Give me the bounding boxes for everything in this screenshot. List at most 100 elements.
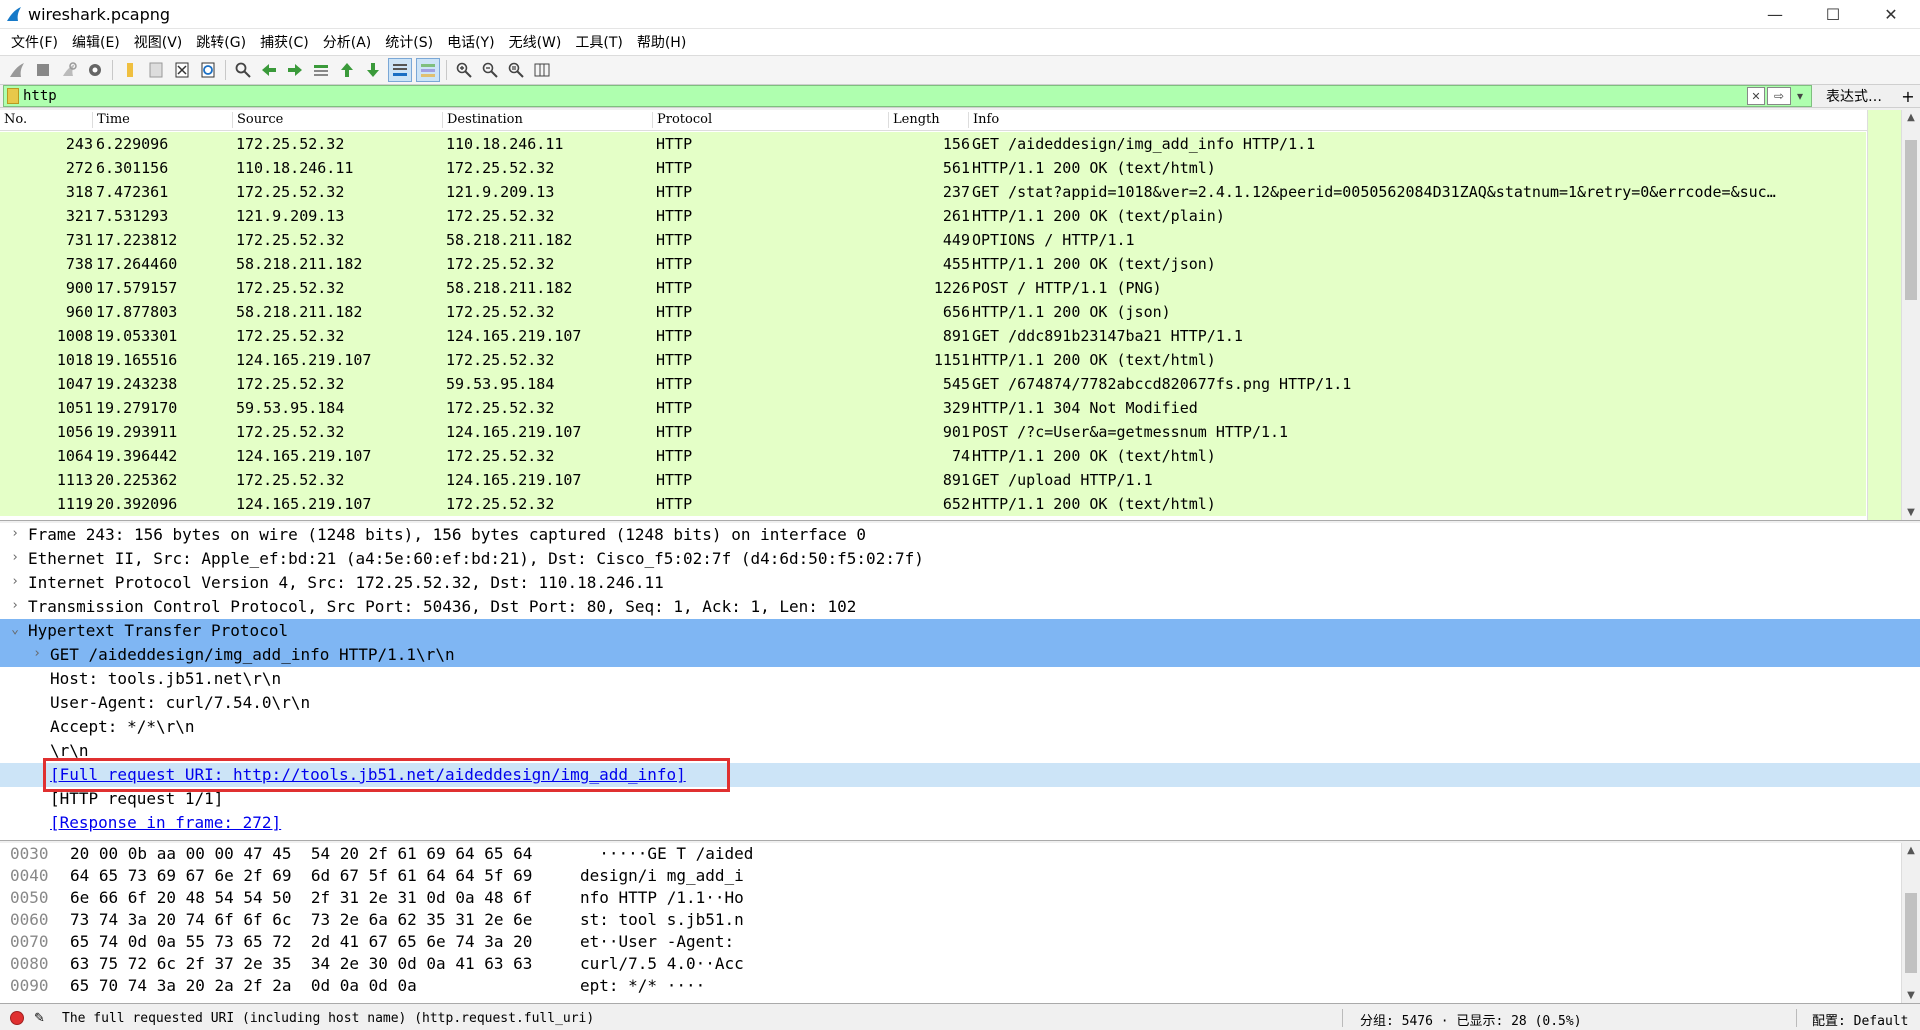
hex-bytes[interactable]: 6e 66 6f 20 48 54 54 50 2f 31 2e 31 0d 0… — [70, 888, 532, 907]
edit-comment-icon[interactable]: ✎ — [34, 1011, 48, 1026]
detail-text[interactable]: [Response in frame: 272] — [50, 813, 281, 832]
menu-telephony[interactable]: 电话(Y) — [440, 32, 501, 52]
detail-row[interactable]: User-Agent: curl/7.54.0\r\n — [0, 691, 1920, 715]
hex-bytes[interactable]: 73 74 3a 20 74 6f 6f 6c 73 2e 6a 62 35 3… — [70, 910, 532, 929]
bytes-scrollbar[interactable]: ▲ ▼ — [1901, 843, 1920, 1003]
expert-info-icon[interactable] — [10, 1011, 24, 1025]
packet-row[interactable]: 1119 20.392096 124.165.219.107 172.25.52.32… — [0, 492, 1866, 516]
scroll-thumb[interactable] — [1905, 140, 1917, 300]
menu-statistics[interactable]: 统计(S) — [378, 32, 440, 52]
hex-offset[interactable]: 0030 — [10, 844, 49, 863]
detail-row[interactable]: Host: tools.jb51.net\r\n — [0, 667, 1920, 691]
detail-row[interactable]: › GET /aideddesign/img_add_info HTTP/1.1\… — [0, 643, 1920, 667]
display-filter-input[interactable] — [23, 87, 1747, 105]
start-capture-button[interactable] — [6, 59, 28, 81]
menu-file[interactable]: 文件(F) — [4, 32, 65, 52]
detail-row[interactable]: › Transmission Control Protocol, Src Port… — [0, 595, 1920, 619]
detail-row[interactable]: Accept: */*\r\n — [0, 715, 1920, 739]
save-file-button[interactable] — [145, 59, 167, 81]
colorize-button[interactable] — [416, 58, 440, 82]
menu-tools[interactable]: 工具(T) — [568, 32, 629, 52]
hex-offset[interactable]: 0090 — [10, 976, 49, 995]
packet-row[interactable]: 318 7.472361 172.25.52.32 121.9.209.13 HTTP 2… — [0, 180, 1866, 204]
menu-go[interactable]: 跳转(G) — [189, 32, 253, 52]
hex-bytes[interactable]: 65 70 74 3a 20 2a 2f 2a 0d 0a 0d 0a — [70, 976, 417, 995]
apply-filter-icon[interactable]: ⇨ — [1767, 87, 1791, 105]
hex-bytes[interactable]: 65 74 0d 0a 55 73 65 72 2d 41 67 65 6e 7… — [70, 932, 532, 951]
hex-offset[interactable]: 0070 — [10, 932, 49, 951]
column-length[interactable]: Length — [888, 112, 940, 128]
hex-ascii[interactable]: ·····GE T /aided — [580, 844, 753, 863]
chevron-down-icon[interactable]: ▾ — [1793, 88, 1807, 104]
clear-filter-icon[interactable]: ✕ — [1747, 87, 1765, 105]
menu-capture[interactable]: 捕获(C) — [253, 32, 316, 52]
menu-help[interactable]: 帮助(H) — [630, 32, 693, 52]
packet-row[interactable]: 1113 20.225362 172.25.52.32 124.165.219.107… — [0, 468, 1866, 492]
go-to-packet-button[interactable] — [310, 59, 332, 81]
column-info[interactable]: Info — [968, 112, 999, 128]
maximize-button[interactable]: ☐ — [1804, 0, 1862, 28]
chevron-down-icon[interactable]: ⌄ — [8, 622, 22, 637]
last-packet-button[interactable] — [362, 59, 384, 81]
packet-row[interactable]: 960 17.877803 58.218.211.182 172.25.52.32 HT… — [0, 300, 1866, 324]
hex-ascii[interactable]: st: tool s.jb51.n — [580, 910, 744, 929]
chevron-right-icon[interactable]: › — [8, 550, 22, 565]
minimize-button[interactable]: — — [1746, 0, 1804, 28]
add-filter-button[interactable]: + — [1896, 87, 1920, 106]
go-back-button[interactable] — [258, 59, 280, 81]
column-protocol[interactable]: Protocol — [652, 112, 712, 128]
close-button[interactable]: ✕ — [1862, 0, 1920, 28]
resize-columns-button[interactable] — [531, 59, 553, 81]
detail-row[interactable]: › Frame 243: 156 bytes on wire (1248 bits… — [0, 523, 1920, 547]
detail-row[interactable]: › Internet Protocol Version 4, Src: 172.2… — [0, 571, 1920, 595]
restart-capture-button[interactable] — [58, 59, 80, 81]
reload-button[interactable] — [197, 59, 219, 81]
packet-row[interactable]: 1018 19.165516 124.165.219.107 172.25.52.32… — [0, 348, 1866, 372]
zoom-out-button[interactable] — [479, 59, 501, 81]
hex-offset[interactable]: 0080 — [10, 954, 49, 973]
stop-capture-button[interactable] — [32, 59, 54, 81]
zoom-in-button[interactable] — [453, 59, 475, 81]
packet-row[interactable]: 738 17.264460 58.218.211.182 172.25.52.32 HT… — [0, 252, 1866, 276]
profile-status[interactable]: 配置: Default — [1812, 1010, 1908, 1029]
packet-row[interactable]: 321 7.531293 121.9.209.13 172.25.52.32 HTTP 2… — [0, 204, 1866, 228]
find-packet-button[interactable] — [232, 59, 254, 81]
hex-ascii[interactable]: et··User -Agent: — [580, 932, 744, 951]
menu-view[interactable]: 视图(V) — [127, 32, 190, 52]
packet-minimap[interactable] — [1867, 110, 1902, 520]
first-packet-button[interactable] — [336, 59, 358, 81]
capture-options-button[interactable] — [84, 59, 106, 81]
packet-row[interactable]: 1056 19.293911 172.25.52.32 124.165.219.107… — [0, 420, 1866, 444]
column-time[interactable]: Time — [92, 112, 130, 128]
hex-offset[interactable]: 0040 — [10, 866, 49, 885]
packet-row[interactable]: 1047 19.243238 172.25.52.32 59.53.95.184 HTT… — [0, 372, 1866, 396]
chevron-right-icon[interactable]: › — [8, 598, 22, 613]
open-file-button[interactable] — [119, 59, 141, 81]
hex-ascii[interactable]: ept: */* ···· — [580, 976, 705, 995]
scroll-thumb[interactable] — [1905, 893, 1917, 973]
packet-row[interactable]: 1051 19.279170 59.53.95.184 172.25.52.32 HTT… — [0, 396, 1866, 420]
hex-offset[interactable]: 0050 — [10, 888, 49, 907]
detail-row[interactable]: › Ethernet II, Src: Apple_ef:bd:21 (a4:5e… — [0, 547, 1920, 571]
hex-ascii[interactable]: design/i mg_add_i — [580, 866, 744, 885]
menu-wireless[interactable]: 无线(W) — [502, 32, 569, 52]
packet-row[interactable]: 900 17.579157 172.25.52.32 58.218.211.182 HT… — [0, 276, 1866, 300]
column-destination[interactable]: Destination — [442, 112, 523, 128]
menu-edit[interactable]: 编辑(E) — [65, 32, 127, 52]
hex-ascii[interactable]: curl/7.5 4.0··Acc — [580, 954, 744, 973]
hex-bytes[interactable]: 64 65 73 69 67 6e 2f 69 6d 67 5f 61 64 6… — [70, 866, 532, 885]
scroll-down-icon[interactable]: ▼ — [1902, 507, 1920, 518]
zoom-reset-button[interactable] — [505, 59, 527, 81]
hex-bytes[interactable]: 20 00 0b aa 00 00 47 45 54 20 2f 61 69 6… — [70, 844, 532, 863]
packet-row[interactable]: 1008 19.053301 172.25.52.32 124.165.219.107… — [0, 324, 1866, 348]
packet-row[interactable]: 243 6.229096 172.25.52.32 110.18.246.11 HTTP… — [0, 132, 1866, 156]
packet-row[interactable]: 272 6.301156 110.18.246.11 172.25.52.32 HTTP… — [0, 156, 1866, 180]
chevron-right-icon[interactable]: › — [8, 526, 22, 541]
go-forward-button[interactable] — [284, 59, 306, 81]
column-source[interactable]: Source — [232, 112, 283, 128]
expression-button[interactable]: 表达式… — [1812, 86, 1896, 106]
detail-row[interactable]: [Response in frame: 272] — [0, 811, 1920, 835]
autoscroll-button[interactable] — [388, 58, 412, 82]
scroll-up-icon[interactable]: ▲ — [1902, 845, 1920, 856]
hex-offset[interactable]: 0060 — [10, 910, 49, 929]
